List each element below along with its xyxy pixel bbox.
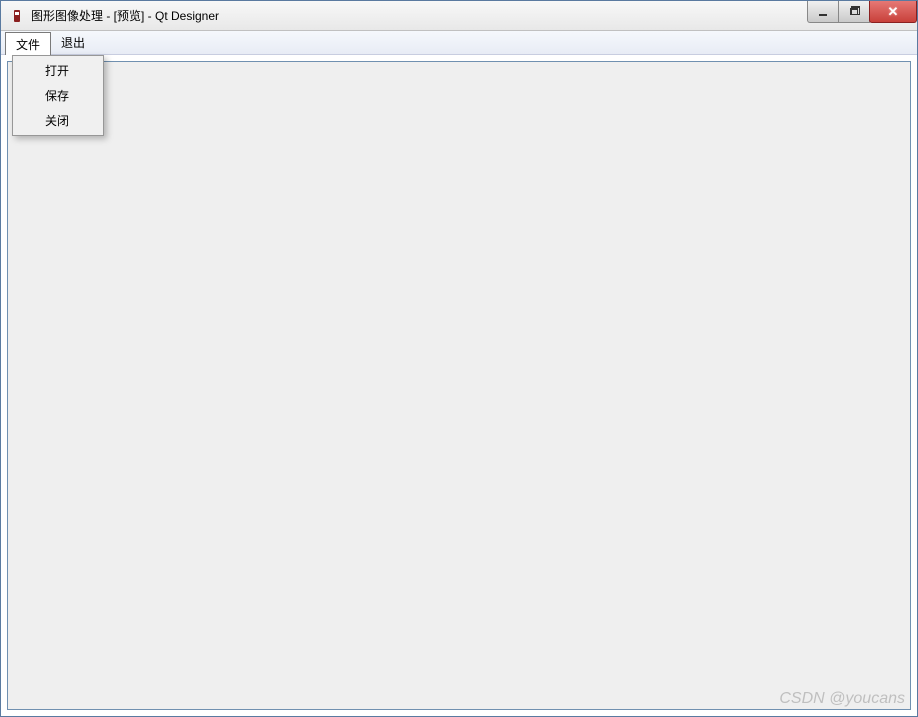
- menu-exit[interactable]: 退出: [51, 31, 95, 54]
- menubar: 文件 退出: [1, 31, 917, 55]
- window-title: 图形图像处理 - [预览] - Qt Designer: [31, 7, 219, 24]
- menu-file[interactable]: 文件: [5, 32, 51, 55]
- dropdown-open[interactable]: 打开: [15, 58, 101, 83]
- application-window: 图形图像处理 - [预览] - Qt Designer ✕ 文件 退出 打开 保…: [0, 0, 918, 717]
- maximize-button[interactable]: [838, 1, 870, 23]
- close-button[interactable]: ✕: [869, 1, 917, 23]
- minimize-icon: [819, 14, 827, 16]
- content-area: [7, 61, 911, 710]
- maximize-icon: [850, 8, 858, 15]
- file-dropdown-menu: 打开 保存 关闭: [12, 55, 104, 136]
- dropdown-close[interactable]: 关闭: [15, 108, 101, 133]
- close-icon: ✕: [888, 4, 899, 20]
- titlebar[interactable]: 图形图像处理 - [预览] - Qt Designer ✕: [1, 1, 917, 31]
- dropdown-save[interactable]: 保存: [15, 83, 101, 108]
- minimize-button[interactable]: [807, 1, 839, 23]
- app-icon: [9, 8, 25, 24]
- window-controls: ✕: [808, 1, 917, 23]
